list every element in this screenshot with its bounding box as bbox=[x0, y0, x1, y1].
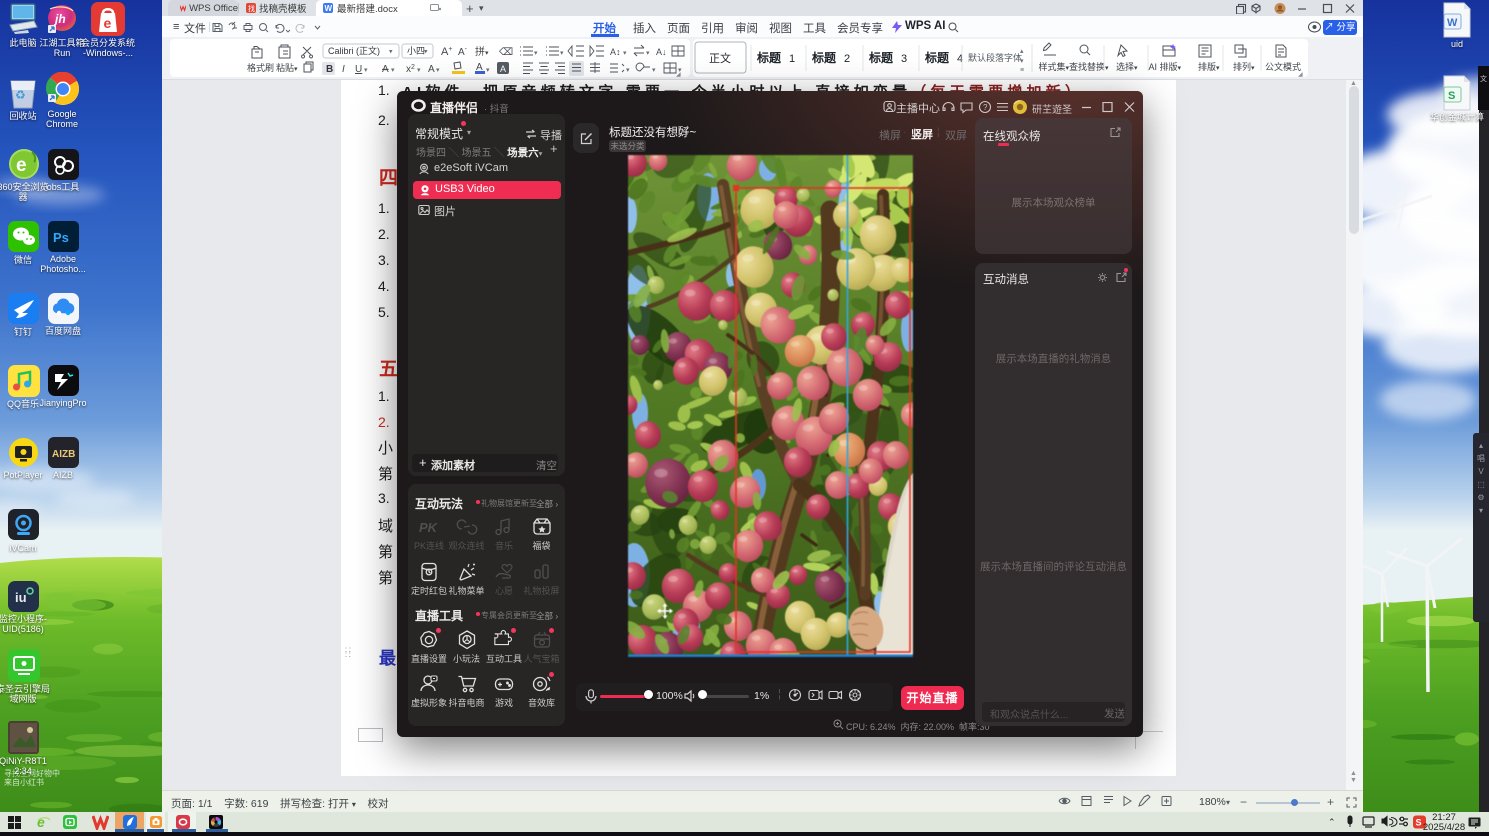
svg-text:粘贴▾: 粘贴▾ bbox=[276, 62, 298, 73]
svg-text:排列▾: 排列▾ bbox=[1233, 61, 1255, 72]
svg-text:1: 1 bbox=[789, 53, 795, 65]
svg-text:AI 排版▾: AI 排版▾ bbox=[1149, 61, 1182, 72]
svg-text:Ps: Ps bbox=[53, 230, 69, 245]
svg-text:≡: ≡ bbox=[1020, 67, 1024, 74]
svg-text:▾: ▾ bbox=[623, 50, 627, 57]
svg-text:iu: iu bbox=[15, 590, 27, 605]
svg-text:W: W bbox=[325, 4, 333, 13]
svg-text:W: W bbox=[1447, 17, 1458, 29]
svg-text:拼▾: 拼▾ bbox=[475, 45, 489, 58]
svg-text:▴: ▴ bbox=[1020, 48, 1024, 55]
svg-text:e: e bbox=[104, 15, 112, 31]
svg-text:标题: 标题 bbox=[811, 50, 837, 65]
svg-text:▾: ▾ bbox=[424, 49, 428, 56]
svg-text:PK: PK bbox=[419, 520, 439, 535]
svg-text:◢: ◢ bbox=[676, 72, 681, 77]
svg-text:格式刷: 格式刷 bbox=[247, 62, 274, 73]
svg-text:S: S bbox=[1448, 90, 1455, 102]
svg-text:找: 找 bbox=[248, 4, 255, 13]
svg-text:♻: ♻ bbox=[15, 88, 26, 102]
svg-text:来自小红书: 来自小红书 bbox=[4, 777, 44, 787]
svg-text:2: 2 bbox=[844, 53, 850, 65]
svg-text:A↕: A↕ bbox=[610, 47, 621, 57]
svg-text:▾: ▾ bbox=[364, 67, 368, 74]
svg-text:?: ? bbox=[983, 103, 988, 112]
svg-text:3: 3 bbox=[901, 53, 907, 65]
svg-text:B: B bbox=[326, 64, 333, 75]
svg-text:公文模式: 公文模式 bbox=[1265, 61, 1301, 72]
svg-text:▾: ▾ bbox=[486, 67, 490, 74]
svg-text:A↓: A↓ bbox=[656, 47, 667, 57]
svg-text:选择▾: 选择▾ bbox=[1116, 61, 1138, 72]
svg-text:小四: 小四 bbox=[407, 46, 425, 56]
svg-text:I: I bbox=[342, 64, 345, 75]
svg-text:默认段落字体: 默认段落字体 bbox=[968, 52, 1022, 63]
svg-text:S: S bbox=[1416, 818, 1422, 828]
svg-text:▾: ▾ bbox=[436, 67, 440, 74]
svg-text:标题: 标题 bbox=[868, 50, 894, 65]
svg-text:e: e bbox=[37, 814, 45, 830]
svg-text:⌫: ⌫ bbox=[499, 47, 513, 58]
svg-text:Calibri (正文): Calibri (正文) bbox=[328, 45, 380, 56]
svg-text:▾: ▾ bbox=[560, 50, 564, 57]
svg-text:jh: jh bbox=[53, 12, 66, 26]
svg-text:x2: x2 bbox=[406, 64, 415, 75]
svg-text:A: A bbox=[428, 64, 435, 75]
svg-text:A: A bbox=[382, 64, 389, 75]
svg-text:排版▾: 排版▾ bbox=[1198, 61, 1220, 72]
svg-text:A-: A- bbox=[458, 46, 468, 58]
svg-text:▾: ▾ bbox=[534, 50, 538, 57]
svg-text:样式集▾: 样式集▾ bbox=[1039, 61, 1070, 72]
svg-text:标题: 标题 bbox=[756, 50, 782, 65]
svg-text:e: e bbox=[16, 155, 27, 176]
svg-text:AIZB: AIZB bbox=[52, 449, 75, 460]
svg-text:▾: ▾ bbox=[391, 67, 395, 74]
svg-text:U: U bbox=[355, 64, 362, 75]
svg-text:▾: ▾ bbox=[389, 49, 393, 56]
svg-text:▾: ▾ bbox=[417, 67, 421, 74]
svg-text:A: A bbox=[500, 64, 506, 74]
svg-text:查找替换▾: 查找替换▾ bbox=[1069, 61, 1109, 72]
svg-text:标题: 标题 bbox=[924, 50, 950, 65]
svg-text:正文: 正文 bbox=[709, 51, 731, 65]
svg-text:◢: ◢ bbox=[1298, 72, 1303, 77]
svg-text:▾: ▾ bbox=[652, 67, 656, 74]
svg-text:▾: ▾ bbox=[646, 50, 650, 57]
svg-text:▾: ▾ bbox=[626, 67, 630, 74]
svg-text:A+: A+ bbox=[441, 46, 452, 58]
svg-text:▾: ▾ bbox=[1020, 58, 1024, 65]
